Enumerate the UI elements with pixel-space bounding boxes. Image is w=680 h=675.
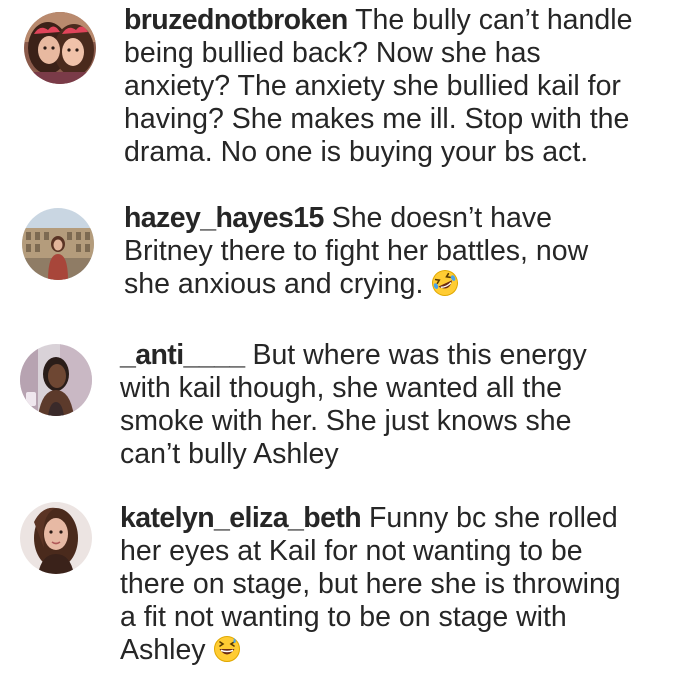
avatar-two-girls-photo-icon xyxy=(24,12,96,84)
comment-text: hazey_hayes15 She doesn’t have Britney t… xyxy=(124,202,588,301)
comment-username[interactable]: katelyn_eliza_beth xyxy=(120,502,362,534)
avatar-selfie-photo-icon xyxy=(20,344,92,416)
comment-username[interactable]: hazey_hayes15 xyxy=(124,202,324,234)
comment-body: But where was this energy xyxy=(244,339,587,371)
grinning-sweat-emoji-icon xyxy=(213,635,241,663)
comment-text: katelyn_eliza_beth Funny bc she rolled h… xyxy=(120,502,621,667)
user-avatar[interactable] xyxy=(22,208,94,280)
comment-text: bruzednotbroken The bully can’t handle b… xyxy=(124,4,632,169)
comment-body: Ashley xyxy=(120,634,206,666)
comment-body: drama. No one is buying your bs act. xyxy=(124,136,589,168)
comment-body: she anxious and crying. xyxy=(124,268,424,300)
user-avatar[interactable] xyxy=(24,12,96,84)
comment-username[interactable]: bruzednotbroken xyxy=(124,4,348,36)
comment-body: having? She makes me ill. Stop with the xyxy=(124,103,630,135)
comment-body: her eyes at Kail for not wanting to be xyxy=(120,535,583,567)
rolling-on-floor-laughing-emoji-icon xyxy=(431,269,459,297)
comment-body: The bully can’t handle xyxy=(347,4,633,36)
comment-body: being bullied back? Now she has xyxy=(124,37,541,69)
avatar-portrait-photo-icon xyxy=(20,502,92,574)
avatar-colosseum-photo-icon xyxy=(22,208,94,280)
user-avatar[interactable] xyxy=(20,344,92,416)
comment-body: Britney there to fight her battles, now xyxy=(124,235,589,267)
comment-body: can’t bully Ashley xyxy=(120,438,339,470)
comment-body: Funny bc she rolled xyxy=(361,502,618,534)
comment-text: _anti____ But where was this energy with… xyxy=(120,339,587,471)
comment-username[interactable]: _anti____ xyxy=(120,339,245,371)
comment-body: a fit not wanting to be on stage with xyxy=(120,601,567,633)
comment-body: She doesn’t have xyxy=(323,202,552,234)
comment-body: with kail though, she wanted all the xyxy=(120,372,563,404)
comment-body: there on stage, but here she is throwing xyxy=(120,568,621,600)
comment-body: smoke with her. She just knows she xyxy=(120,405,572,437)
user-avatar[interactable] xyxy=(20,502,92,574)
comment-body: anxiety? The anxiety she bullied kail fo… xyxy=(124,70,621,102)
